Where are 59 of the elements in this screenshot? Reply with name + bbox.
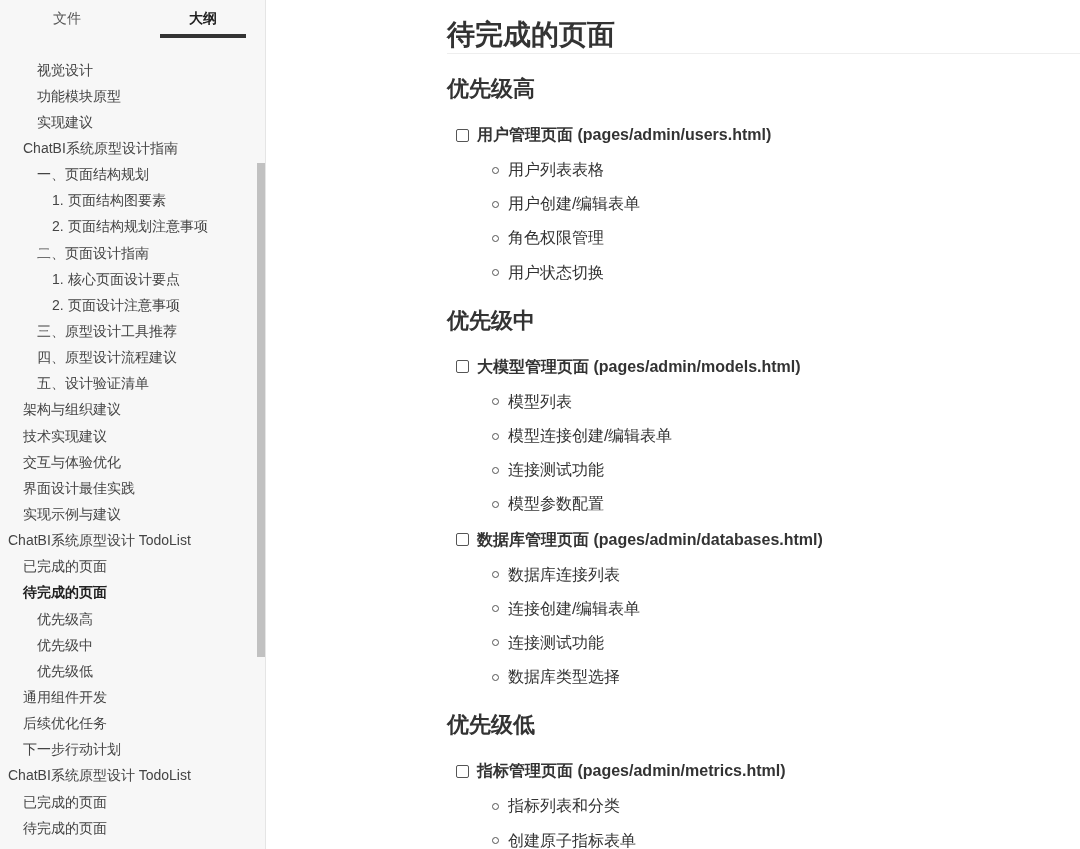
task-label: 用户管理页面 (pages/admin/users.html) xyxy=(477,125,772,145)
outline-item[interactable]: 待完成的页面 xyxy=(23,582,107,604)
sidebar-tab[interactable]: 文件 xyxy=(24,0,110,38)
outline-item[interactable]: 优先级低 xyxy=(37,660,93,682)
section-heading: 优先级中 xyxy=(447,306,536,335)
outline-item[interactable]: ChatBI系统原型设计指南 xyxy=(23,138,178,159)
list-item-text: 连接创建/编辑表单 xyxy=(508,598,641,619)
outline-item[interactable]: 后续优化任务 xyxy=(23,713,107,735)
outline-item[interactable]: 架构与组织建议 xyxy=(23,399,121,421)
outline-item[interactable]: 优先级高 xyxy=(37,608,93,630)
scrollbar-thumb[interactable] xyxy=(257,163,265,657)
list-item-text: 指标列表和分类 xyxy=(508,796,620,817)
list-item-text: 角色权限管理 xyxy=(508,228,604,249)
list-item-text: 创建原子指标表单 xyxy=(508,830,636,849)
outline-item[interactable]: 二、页面设计指南 xyxy=(37,242,149,264)
outline-item[interactable]: 2. 页面设计注意事项 xyxy=(52,294,180,316)
outline-item[interactable]: 通用组件开发 xyxy=(23,686,107,708)
outline-item[interactable]: 五、设计验证清单 xyxy=(37,373,149,395)
outline-item[interactable]: 实现示例与建议 xyxy=(23,503,121,525)
section-heading: 优先级高 xyxy=(447,75,536,103)
outline-item[interactable]: 下一步行动计划 xyxy=(23,739,121,761)
list-item-text: 用户列表表格 xyxy=(508,160,604,181)
list-item-text: 用户创建/编辑表单 xyxy=(508,194,641,215)
outline-item[interactable]: 视觉设计 xyxy=(37,59,93,81)
outline-item[interactable]: 已完成的页面 xyxy=(23,791,107,813)
outline-item[interactable]: 待完成的页面 xyxy=(23,817,107,839)
checkbox[interactable] xyxy=(456,360,469,374)
list-item-text: 连接测试功能 xyxy=(508,460,604,481)
page-heading: 待完成的页面 xyxy=(447,17,1080,54)
outline-item[interactable]: 交互与体验优化 xyxy=(23,451,121,473)
outline-item[interactable]: 技术实现建议 xyxy=(23,425,107,447)
task-label: 大模型管理页面 (pages/admin/models.html) xyxy=(477,356,801,377)
outline-item[interactable]: 已完成的页面 xyxy=(23,556,107,578)
outline-item[interactable]: 三、原型设计工具推荐 xyxy=(37,320,177,342)
task-label: 指标管理页面 (pages/admin/metrics.html) xyxy=(477,761,786,782)
checkbox[interactable] xyxy=(456,764,469,778)
outline-item[interactable]: 功能模块原型 xyxy=(37,85,121,107)
outline-item[interactable]: 一、页面结构规划 xyxy=(37,164,149,186)
outline-item[interactable]: ChatBI系统原型设计 TodoList xyxy=(8,530,191,552)
list-item-text: 数据库连接列表 xyxy=(508,564,620,585)
sidebar-tab[interactable]: 大纲 xyxy=(160,0,246,38)
list-item-text: 连接测试功能 xyxy=(508,632,604,653)
outline-item[interactable]: ChatBI系统原型设计 TodoList xyxy=(8,765,191,787)
outline-item[interactable]: 1. 核心页面设计要点 xyxy=(52,268,180,290)
outline-item[interactable]: 界面设计最佳实践 xyxy=(23,477,135,499)
outline-item[interactable]: 2. 页面结构规划注意事项 xyxy=(52,216,208,238)
list-item-text: 模型连接创建/编辑表单 xyxy=(508,426,673,447)
checkbox[interactable] xyxy=(456,533,469,546)
list-item-text: 模型列表 xyxy=(508,391,572,412)
outline-item[interactable]: 实现建议 xyxy=(37,111,93,133)
outline-item[interactable]: 1. 页面结构图要素 xyxy=(52,190,166,212)
list-item-text: 数据库类型选择 xyxy=(508,667,620,688)
task-label: 数据库管理页面 (pages/admin/databases.html) xyxy=(477,529,823,550)
list-item-text: 模型参数配置 xyxy=(508,494,604,515)
section-heading: 优先级低 xyxy=(447,711,536,740)
list-item-text: 用户状态切换 xyxy=(508,262,604,283)
checkbox[interactable] xyxy=(456,128,469,142)
outline-item[interactable]: 四、原型设计流程建议 xyxy=(37,347,177,369)
outline-item[interactable]: 优先级中 xyxy=(37,634,93,656)
